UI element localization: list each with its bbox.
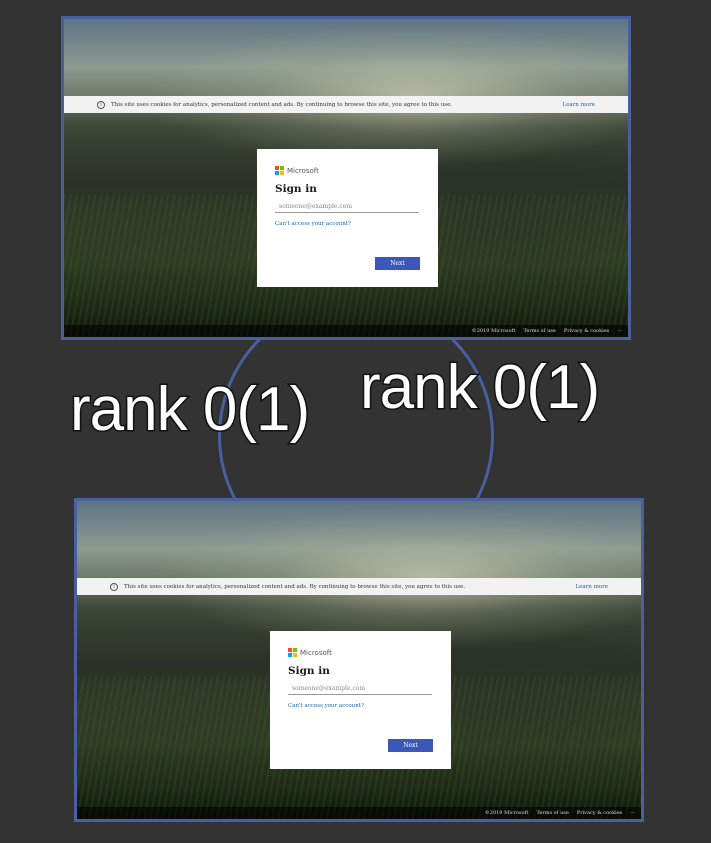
brand-name: Microsoft: [287, 166, 319, 175]
brand-name: Microsoft: [300, 648, 332, 657]
footer: ©2019 Microsoft Terms of use Privacy & c…: [77, 807, 641, 819]
microsoft-brand: Microsoft: [288, 648, 433, 657]
screenshot-bottom: i This site uses cookies for analytics, …: [74, 498, 644, 822]
cookie-banner: i This site uses cookies for analytics, …: [77, 578, 641, 595]
copyright-text: ©2019 Microsoft: [484, 810, 529, 816]
cant-access-link[interactable]: Can't access your account?: [288, 703, 433, 709]
email-input[interactable]: someone@example.com: [288, 685, 432, 695]
copyright-text: ©2019 Microsoft: [471, 328, 516, 334]
more-options-icon[interactable]: ···: [617, 328, 622, 334]
microsoft-logo-icon: [275, 166, 284, 175]
privacy-link[interactable]: Privacy & cookies: [577, 810, 622, 816]
overlay-label: rank 0(1): [358, 352, 601, 424]
info-icon: i: [110, 582, 118, 591]
cookie-banner: i This site uses cookies for analytics, …: [64, 96, 628, 113]
microsoft-brand: Microsoft: [275, 166, 420, 175]
learn-more-link[interactable]: Learn more: [575, 584, 608, 590]
info-icon: i: [97, 100, 105, 109]
cant-access-link[interactable]: Can't access your account?: [275, 221, 420, 227]
signin-card: Microsoft Sign in someone@example.com Ca…: [270, 631, 451, 769]
footer: ©2019 Microsoft Terms of use Privacy & c…: [64, 325, 628, 337]
signin-card: Microsoft Sign in someone@example.com Ca…: [257, 149, 438, 287]
learn-more-link[interactable]: Learn more: [562, 102, 595, 108]
signin-title: Sign in: [275, 183, 317, 195]
screenshot-top: i This site uses cookies for analytics, …: [61, 16, 631, 340]
cookie-text: This site uses cookies for analytics, pe…: [124, 583, 466, 590]
email-input[interactable]: someone@example.com: [275, 203, 419, 213]
more-options-icon[interactable]: ···: [630, 810, 635, 816]
cookie-text: This site uses cookies for analytics, pe…: [111, 101, 453, 108]
terms-link[interactable]: Terms of use: [536, 810, 568, 816]
terms-link[interactable]: Terms of use: [523, 328, 555, 334]
microsoft-logo-icon: [288, 648, 297, 657]
overlay-label: rank 0(1): [68, 374, 311, 446]
signin-title: Sign in: [288, 665, 330, 677]
privacy-link[interactable]: Privacy & cookies: [564, 328, 609, 334]
next-button[interactable]: Next: [388, 739, 433, 752]
next-button[interactable]: Next: [375, 257, 420, 270]
